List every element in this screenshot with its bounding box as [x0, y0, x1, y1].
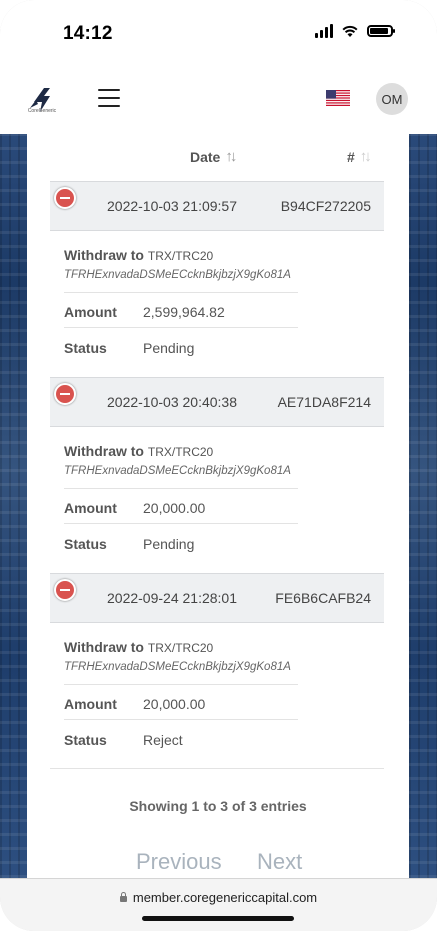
amount-label: Amount [64, 304, 117, 320]
expand-collapse-icon[interactable] [54, 579, 76, 601]
amount-label: Amount [64, 696, 117, 712]
network: TRX/TRC20 [147, 445, 214, 459]
divider [64, 719, 298, 720]
row-summary[interactable]: 2022-09-24 21:28:01 FE6B6CAFB24 [50, 573, 384, 623]
withdraw-to: Withdraw to TRX/TRC20 [64, 443, 214, 459]
row-id: FE6B6CAFB24 [275, 590, 371, 606]
withdraw-to: Withdraw to TRX/TRC20 [64, 247, 214, 263]
row-date: 2022-10-03 21:09:57 [107, 198, 237, 214]
amount-label: Amount [64, 500, 117, 516]
status-time: 14:12 [63, 23, 113, 44]
status-value: Reject [143, 732, 183, 748]
row-id: AE71DA8F214 [277, 394, 371, 410]
row-date: 2022-10-03 20:40:38 [107, 394, 237, 410]
status-bar: 14:12 [0, 0, 437, 68]
expand-collapse-icon[interactable] [54, 187, 76, 209]
wallet-address: TFRHExnvadaDSMeECcknBkjbzjX9gKo81A [64, 465, 291, 477]
network: TRX/TRC20 [147, 249, 214, 263]
table-row: 2022-09-24 21:28:01 FE6B6CAFB24 Withdraw… [50, 573, 384, 771]
background-image-right [409, 134, 437, 878]
withdraw-to: Withdraw to TRX/TRC20 [64, 639, 214, 655]
withdrawals-table: Date ↑↓ # ↑↓ 2022-10-03 21:09:57 B94CF27… [27, 134, 409, 878]
status-value: Pending [143, 340, 195, 356]
sort-icon: ↑↓ [225, 148, 237, 165]
logo-icon[interactable] [22, 82, 62, 120]
status-value: Pending [143, 536, 195, 552]
row-summary[interactable]: 2022-10-03 20:40:38 AE71DA8F214 [50, 377, 384, 427]
app-header: CoreGeneric OM [0, 68, 437, 134]
url-display[interactable]: member.coregenericcapital.com [0, 890, 437, 905]
status-label: Status [64, 732, 107, 748]
divider [64, 327, 298, 328]
hamburger-menu-icon[interactable] [98, 89, 120, 107]
divider [64, 292, 298, 293]
avatar[interactable]: OM [376, 83, 408, 115]
table-row: 2022-10-03 20:40:38 AE71DA8F214 Withdraw… [50, 377, 384, 575]
amount-value: 2,599,964.82 [143, 304, 225, 320]
column-header-date[interactable]: Date ↑↓ [190, 148, 237, 165]
status-icons [315, 24, 395, 38]
amount-value: 20,000.00 [143, 500, 206, 516]
brand-name: CoreGeneric [27, 108, 57, 114]
row-details: Withdraw to TRX/TRC20 TFRHExnvadaDSMeECc… [50, 623, 384, 771]
row-id: B94CF272205 [280, 198, 371, 214]
sort-icon: ↑↓ [359, 148, 372, 165]
row-details: Withdraw to TRX/TRC20 TFRHExnvadaDSMeECc… [50, 427, 384, 575]
us-flag-icon[interactable] [326, 90, 350, 106]
battery-icon [367, 25, 395, 37]
wallet-address: TFRHExnvadaDSMeECcknBkjbzjX9gKo81A [64, 661, 291, 673]
status-label: Status [64, 536, 107, 552]
wallet-address: TFRHExnvadaDSMeECcknBkjbzjX9gKo81A [64, 269, 291, 281]
column-header-id[interactable]: # ↑↓ [347, 148, 372, 165]
phone-screen: 14:12 CoreGeneric OM Date ↑↓ # ↑↓ 2022-1… [0, 0, 437, 931]
network: TRX/TRC20 [147, 641, 214, 655]
table-row: 2022-10-03 21:09:57 B94CF272205 Withdraw… [50, 181, 384, 379]
amount-value: 20,000.00 [143, 696, 206, 712]
background-image-left [0, 134, 27, 878]
divider [64, 684, 298, 685]
wifi-icon [342, 25, 358, 37]
lock-icon [119, 892, 127, 902]
home-indicator[interactable] [142, 916, 294, 921]
row-date: 2022-09-24 21:28:01 [107, 590, 237, 606]
expand-collapse-icon[interactable] [54, 383, 76, 405]
divider [64, 488, 298, 489]
signal-icon [315, 24, 333, 38]
table-bottom-border [50, 768, 384, 769]
previous-button[interactable]: Previous [136, 849, 222, 875]
row-details: Withdraw to TRX/TRC20 TFRHExnvadaDSMeECc… [50, 231, 384, 379]
browser-url-bar[interactable]: member.coregenericcapital.com [0, 878, 437, 931]
pagination-info: Showing 1 to 3 of 3 entries [129, 798, 307, 814]
table-header: Date ↑↓ # ↑↓ [27, 134, 409, 178]
next-button[interactable]: Next [257, 849, 302, 875]
row-summary[interactable]: 2022-10-03 21:09:57 B94CF272205 [50, 181, 384, 231]
status-label: Status [64, 340, 107, 356]
divider [64, 523, 298, 524]
